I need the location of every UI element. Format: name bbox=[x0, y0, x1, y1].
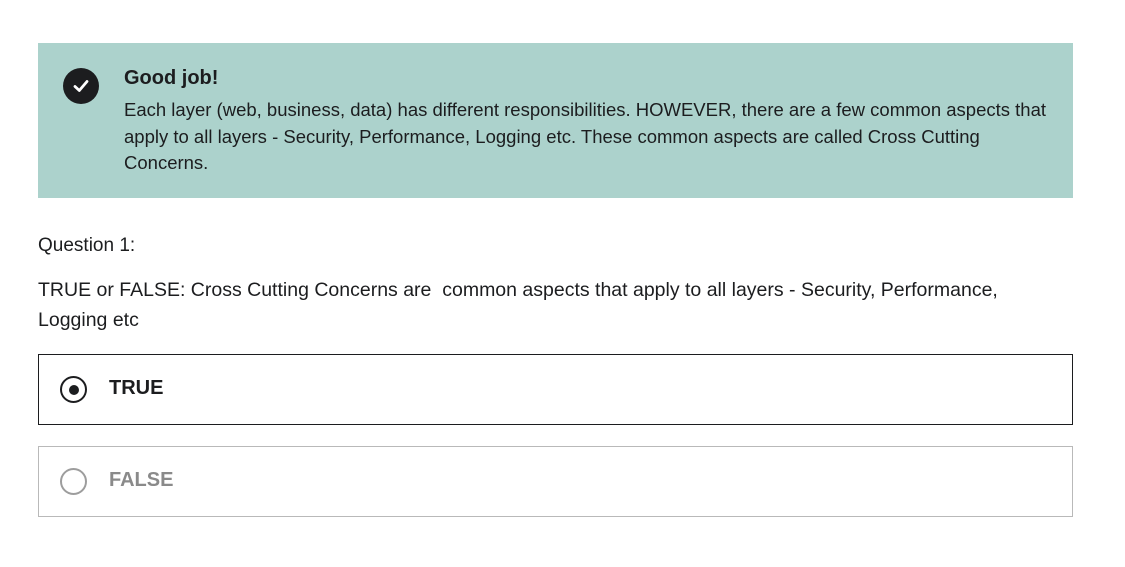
radio-selected-icon[interactable] bbox=[60, 376, 87, 403]
answer-option-label: FALSE bbox=[109, 469, 174, 491]
check-glyph bbox=[73, 80, 89, 92]
answer-option-false[interactable]: FALSE bbox=[38, 446, 1073, 517]
feedback-title: Good job! bbox=[124, 67, 219, 89]
quiz-page: Good job! Each layer (web, business, dat… bbox=[0, 0, 1125, 567]
answer-option-label: TRUE bbox=[109, 377, 164, 399]
answer-option-true[interactable]: TRUE bbox=[38, 354, 1073, 425]
checkmark-circle-icon bbox=[63, 68, 99, 104]
feedback-banner: Good job! Each layer (web, business, dat… bbox=[38, 43, 1073, 198]
question-number: Question 1: bbox=[38, 235, 136, 256]
feedback-message: Each layer (web, business, data) has dif… bbox=[124, 99, 1047, 173]
radio-unselected-icon[interactable] bbox=[60, 468, 87, 495]
question-text: TRUE or FALSE: Cross Cutting Concerns ar… bbox=[38, 279, 1004, 331]
